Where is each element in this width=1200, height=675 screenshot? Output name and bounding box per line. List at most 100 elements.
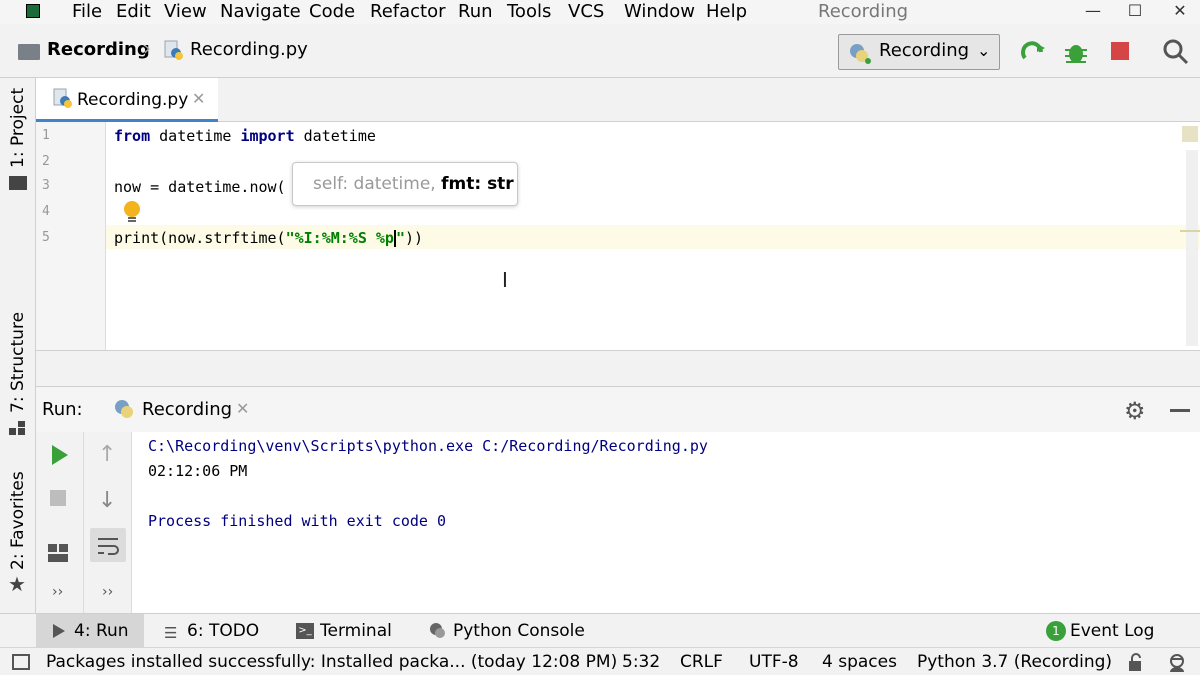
search-icon[interactable] [1162, 38, 1190, 66]
more-icon[interactable]: ›› [52, 584, 63, 600]
arrow-up-icon[interactable]: ↑ [98, 442, 116, 467]
menu-refactor[interactable]: Refactor [370, 0, 446, 24]
editor-tab-bar: Recording.py ✕ [36, 78, 1200, 122]
scrollbar-marker [1180, 230, 1200, 232]
status-bar: Packages installed successfully: Install… [0, 647, 1200, 675]
run-tool-window-label: 4: Run [74, 621, 129, 641]
code-line-1: from datetime import datetime [114, 127, 376, 145]
event-log-button[interactable]: Event Log [1070, 614, 1154, 648]
breadcrumb-chevron-icon: › [143, 36, 151, 60]
terminal-icon: >_ [296, 623, 314, 639]
status-message[interactable]: Packages installed successfully: Install… [46, 648, 617, 675]
window-title: Recording [818, 1, 909, 22]
tool-window-bar: 4: Run ☰ 6: TODO >_ Terminal Python Cons… [0, 613, 1200, 648]
app-icon [26, 4, 40, 18]
python-file-icon [163, 40, 185, 62]
stop-icon[interactable] [1111, 42, 1129, 60]
structure-tool-tab[interactable]: 7: Structure [8, 312, 28, 413]
line-separator[interactable]: CRLF [680, 648, 723, 675]
breadcrumb-file[interactable]: Recording.py [190, 39, 308, 60]
lock-icon[interactable] [1126, 652, 1146, 675]
run-tool-window-button[interactable]: 4: Run [36, 614, 144, 648]
more-icon[interactable]: ›› [102, 584, 113, 600]
folder-icon [18, 44, 40, 60]
console-controls-column: ↑ ↓ ›› [84, 432, 132, 613]
editor-run-divider[interactable] [36, 350, 1200, 386]
console-line: 02:12:06 PM [148, 462, 248, 480]
line-number: 2 [42, 154, 50, 169]
python-interpreter[interactable]: Python 3.7 (Recording) [917, 648, 1112, 675]
menu-vcs[interactable]: VCS [568, 0, 604, 24]
project-folder-icon [9, 176, 27, 190]
gear-icon[interactable]: ⚙ [1124, 397, 1146, 425]
favorites-tool-tab[interactable]: 2: Favorites [8, 471, 28, 570]
line-number: 5 [42, 230, 50, 245]
indent-setting[interactable]: 4 spaces [822, 648, 897, 675]
python-icon [847, 41, 871, 65]
maximize-button[interactable]: ☐ [1115, 0, 1155, 24]
console-line: C:\Recording\venv\Scripts\python.exe C:/… [148, 437, 708, 455]
stop-icon[interactable] [50, 490, 66, 506]
editor-tab-label: Recording.py [77, 90, 189, 110]
line-number: 3 [42, 178, 50, 193]
close-tab-icon[interactable]: ✕ [192, 89, 205, 108]
menu-view[interactable]: View [164, 0, 207, 24]
debug-bug-icon[interactable] [1062, 38, 1090, 66]
line-number: 4 [42, 204, 50, 219]
run-controls-column: ›› [36, 432, 84, 613]
play-icon [52, 623, 66, 644]
menu-edit[interactable]: Edit [116, 0, 151, 24]
layout-icon[interactable] [48, 544, 68, 566]
menu-tools[interactable]: Tools [507, 0, 551, 24]
run-console-output[interactable]: C:\Recording\venv\Scripts\python.exe C:/… [132, 432, 1200, 613]
toggle-tool-windows-icon[interactable] [12, 654, 30, 670]
python-file-icon [52, 88, 74, 110]
menu-code[interactable]: Code [309, 0, 355, 24]
tooltip-param-fmt: fmt: str [441, 174, 514, 194]
menu-help[interactable]: Help [706, 0, 747, 24]
file-encoding[interactable]: UTF-8 [749, 648, 799, 675]
menu-window[interactable]: Window [624, 0, 695, 24]
run-panel-header: Run: Recording ✕ ⚙ [36, 386, 1200, 432]
line-number: 1 [42, 128, 50, 143]
menu-bar: File Edit View Navigate Code Refactor Ru… [0, 0, 1200, 24]
run-configuration-label: Recording [879, 40, 970, 61]
todo-list-icon: ☰ [164, 624, 178, 642]
minimize-panel-icon[interactable] [1170, 409, 1190, 412]
star-icon: ★ [8, 572, 26, 596]
minimize-button[interactable]: — [1073, 0, 1113, 24]
editor-scrollbar[interactable] [1186, 150, 1198, 346]
code-line-3: now = datetime.now( [114, 178, 286, 196]
tooltip-param-self: self: datetime, [313, 174, 436, 194]
todo-tool-window-button[interactable]: 6: TODO [187, 614, 259, 648]
run-panel-label: Run: [42, 399, 83, 420]
code-editor[interactable]: from datetime import datetime now = date… [106, 122, 1200, 350]
close-window-button[interactable]: ✕ [1160, 0, 1200, 24]
close-run-tab-icon[interactable]: ✕ [236, 399, 249, 418]
menu-run[interactable]: Run [458, 0, 493, 24]
run-configuration-dropdown[interactable]: Recording ⌄ [838, 34, 1000, 70]
rerun-icon[interactable] [1019, 38, 1047, 66]
play-icon[interactable] [50, 444, 70, 470]
python-icon [112, 397, 136, 421]
menu-navigate[interactable]: Navigate [220, 0, 301, 24]
terminal-tool-window-button[interactable]: Terminal [320, 614, 392, 648]
editor-tab-recording[interactable]: Recording.py ✕ [36, 78, 218, 122]
console-line: Process finished with exit code 0 [148, 512, 447, 530]
breadcrumb-project[interactable]: Recording [47, 39, 150, 60]
arrow-down-icon[interactable]: ↓ [98, 488, 116, 513]
python-console-tool-window-button[interactable]: Python Console [453, 614, 585, 648]
soft-wrap-icon[interactable] [90, 528, 126, 562]
left-tool-strip: 1: Project 7: Structure 2: Favorites ★ [0, 78, 36, 613]
menu-file[interactable]: File [72, 0, 102, 24]
inspection-status-indicator[interactable] [1182, 126, 1198, 142]
inspector-hector-icon[interactable] [1166, 651, 1188, 675]
run-tab-label[interactable]: Recording [142, 399, 232, 420]
caret-position[interactable]: 5:32 [622, 648, 660, 675]
line-number-gutter: 1 2 3 4 5 [36, 122, 106, 350]
structure-icon [9, 420, 27, 435]
python-console-icon [429, 622, 447, 640]
mouse-ibeam-cursor: I [502, 268, 508, 292]
project-tool-tab[interactable]: 1: Project [8, 88, 28, 168]
lightbulb-icon[interactable] [122, 200, 142, 224]
